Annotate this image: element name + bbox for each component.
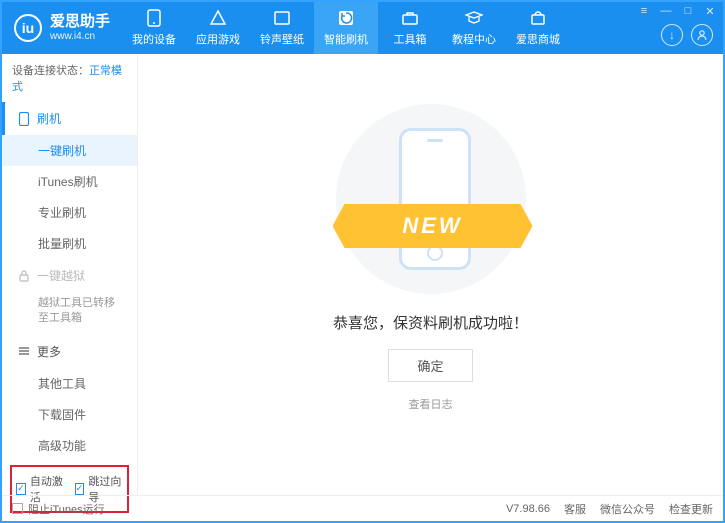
checkbox-icon bbox=[12, 503, 23, 514]
title-bar: iu 爱思助手 www.i4.cn 我的设备 应用游戏 bbox=[2, 2, 723, 54]
menu-icon[interactable]: ≡ bbox=[637, 4, 651, 18]
sidebar-item-advanced[interactable]: 高级功能 bbox=[2, 430, 137, 461]
checkbox-label: 阻止iTunes运行 bbox=[28, 501, 105, 517]
sidebar-item-other[interactable]: 其他工具 bbox=[2, 368, 137, 399]
device-status-label: 设备连接状态： bbox=[12, 65, 89, 77]
block-itunes-checkbox[interactable]: 阻止iTunes运行 bbox=[12, 501, 105, 517]
tab-tools[interactable]: 工具箱 bbox=[378, 2, 442, 54]
device-status: 设备连接状态：正常模式 bbox=[2, 54, 137, 102]
sidebar-item-pro[interactable]: 专业刷机 bbox=[2, 197, 137, 228]
tab-ringtone[interactable]: 铃声壁纸 bbox=[250, 2, 314, 54]
footer-link-update[interactable]: 检查更新 bbox=[669, 501, 713, 517]
main-panel: NEW 恭喜您，保资料刷机成功啦！ 确定 查看日志 bbox=[138, 54, 723, 495]
sidebar-label: 刷机 bbox=[37, 110, 61, 127]
footer-link-wechat[interactable]: 微信公众号 bbox=[600, 501, 655, 517]
window-controls: ≡ — □ ✕ bbox=[637, 4, 717, 18]
tab-label: 工具箱 bbox=[394, 31, 427, 47]
sidebar-head-more[interactable]: 更多 bbox=[2, 335, 137, 368]
jailbreak-note: 越狱工具已转移至工具箱 bbox=[2, 292, 137, 335]
tab-label: 智能刷机 bbox=[324, 31, 368, 47]
phone-icon bbox=[145, 9, 163, 27]
tab-my-device[interactable]: 我的设备 bbox=[122, 2, 186, 54]
tab-label: 爱思商城 bbox=[516, 31, 560, 47]
minimize-icon[interactable]: — bbox=[659, 4, 673, 18]
phone-icon bbox=[17, 112, 31, 126]
download-icon[interactable]: ↓ bbox=[661, 24, 683, 46]
phone-icon bbox=[399, 128, 471, 270]
sidebar-head-flash[interactable]: 刷机 bbox=[2, 102, 137, 135]
sidebar-label: 更多 bbox=[37, 343, 61, 360]
app-url: www.i4.cn bbox=[50, 31, 110, 42]
tab-label: 应用游戏 bbox=[196, 31, 240, 47]
wallpaper-icon bbox=[273, 9, 291, 27]
tab-label: 我的设备 bbox=[132, 31, 176, 47]
tab-apps[interactable]: 应用游戏 bbox=[186, 2, 250, 54]
nav-tabs: 我的设备 应用游戏 铃声壁纸 智能刷机 bbox=[122, 2, 570, 54]
success-illustration: NEW bbox=[321, 104, 541, 294]
sidebar: 设备连接状态：正常模式 刷机 一键刷机 iTunes刷机 专业刷机 批量刷机 bbox=[2, 54, 138, 495]
tab-tutorial[interactable]: 教程中心 bbox=[442, 2, 506, 54]
success-message: 恭喜您，保资料刷机成功啦！ bbox=[333, 312, 528, 333]
user-icon[interactable] bbox=[691, 24, 713, 46]
tutorial-icon bbox=[465, 9, 483, 27]
version-label: V7.98.66 bbox=[506, 503, 550, 515]
tab-store[interactable]: 爱思商城 bbox=[506, 2, 570, 54]
lock-icon bbox=[17, 269, 31, 283]
check-icon: ✓ bbox=[75, 483, 85, 495]
tab-label: 教程中心 bbox=[452, 31, 496, 47]
titlebar-actions: ↓ bbox=[661, 24, 713, 46]
body: 设备连接状态：正常模式 刷机 一键刷机 iTunes刷机 专业刷机 批量刷机 bbox=[2, 54, 723, 495]
logo: iu 爱思助手 www.i4.cn bbox=[2, 14, 122, 42]
sidebar-label: 一键越狱 bbox=[37, 267, 85, 284]
flash-icon bbox=[337, 9, 355, 27]
new-ribbon: NEW bbox=[333, 204, 533, 248]
footer-link-support[interactable]: 客服 bbox=[564, 501, 586, 517]
sidebar-item-onekey[interactable]: 一键刷机 bbox=[2, 135, 137, 166]
app-name: 爱思助手 bbox=[50, 14, 110, 31]
maximize-icon[interactable]: □ bbox=[681, 4, 695, 18]
more-icon bbox=[17, 344, 31, 358]
sidebar-item-download[interactable]: 下载固件 bbox=[2, 399, 137, 430]
apps-icon bbox=[209, 9, 227, 27]
close-icon[interactable]: ✕ bbox=[703, 4, 717, 18]
logo-icon: iu bbox=[14, 14, 42, 42]
check-icon: ✓ bbox=[16, 483, 26, 495]
sidebar-item-batch[interactable]: 批量刷机 bbox=[2, 228, 137, 259]
toolbox-icon bbox=[401, 9, 419, 27]
tab-label: 铃声壁纸 bbox=[260, 31, 304, 47]
sidebar-head-jailbreak: 一键越狱 bbox=[2, 259, 137, 292]
ok-button[interactable]: 确定 bbox=[388, 349, 472, 382]
status-bar: 阻止iTunes运行 V7.98.66 客服 微信公众号 检查更新 bbox=[2, 495, 723, 521]
view-log-link[interactable]: 查看日志 bbox=[409, 396, 453, 412]
store-icon bbox=[529, 9, 547, 27]
sidebar-item-itunes[interactable]: iTunes刷机 bbox=[2, 166, 137, 197]
app-window: iu 爱思助手 www.i4.cn 我的设备 应用游戏 bbox=[0, 0, 725, 523]
tab-flash[interactable]: 智能刷机 bbox=[314, 2, 378, 54]
